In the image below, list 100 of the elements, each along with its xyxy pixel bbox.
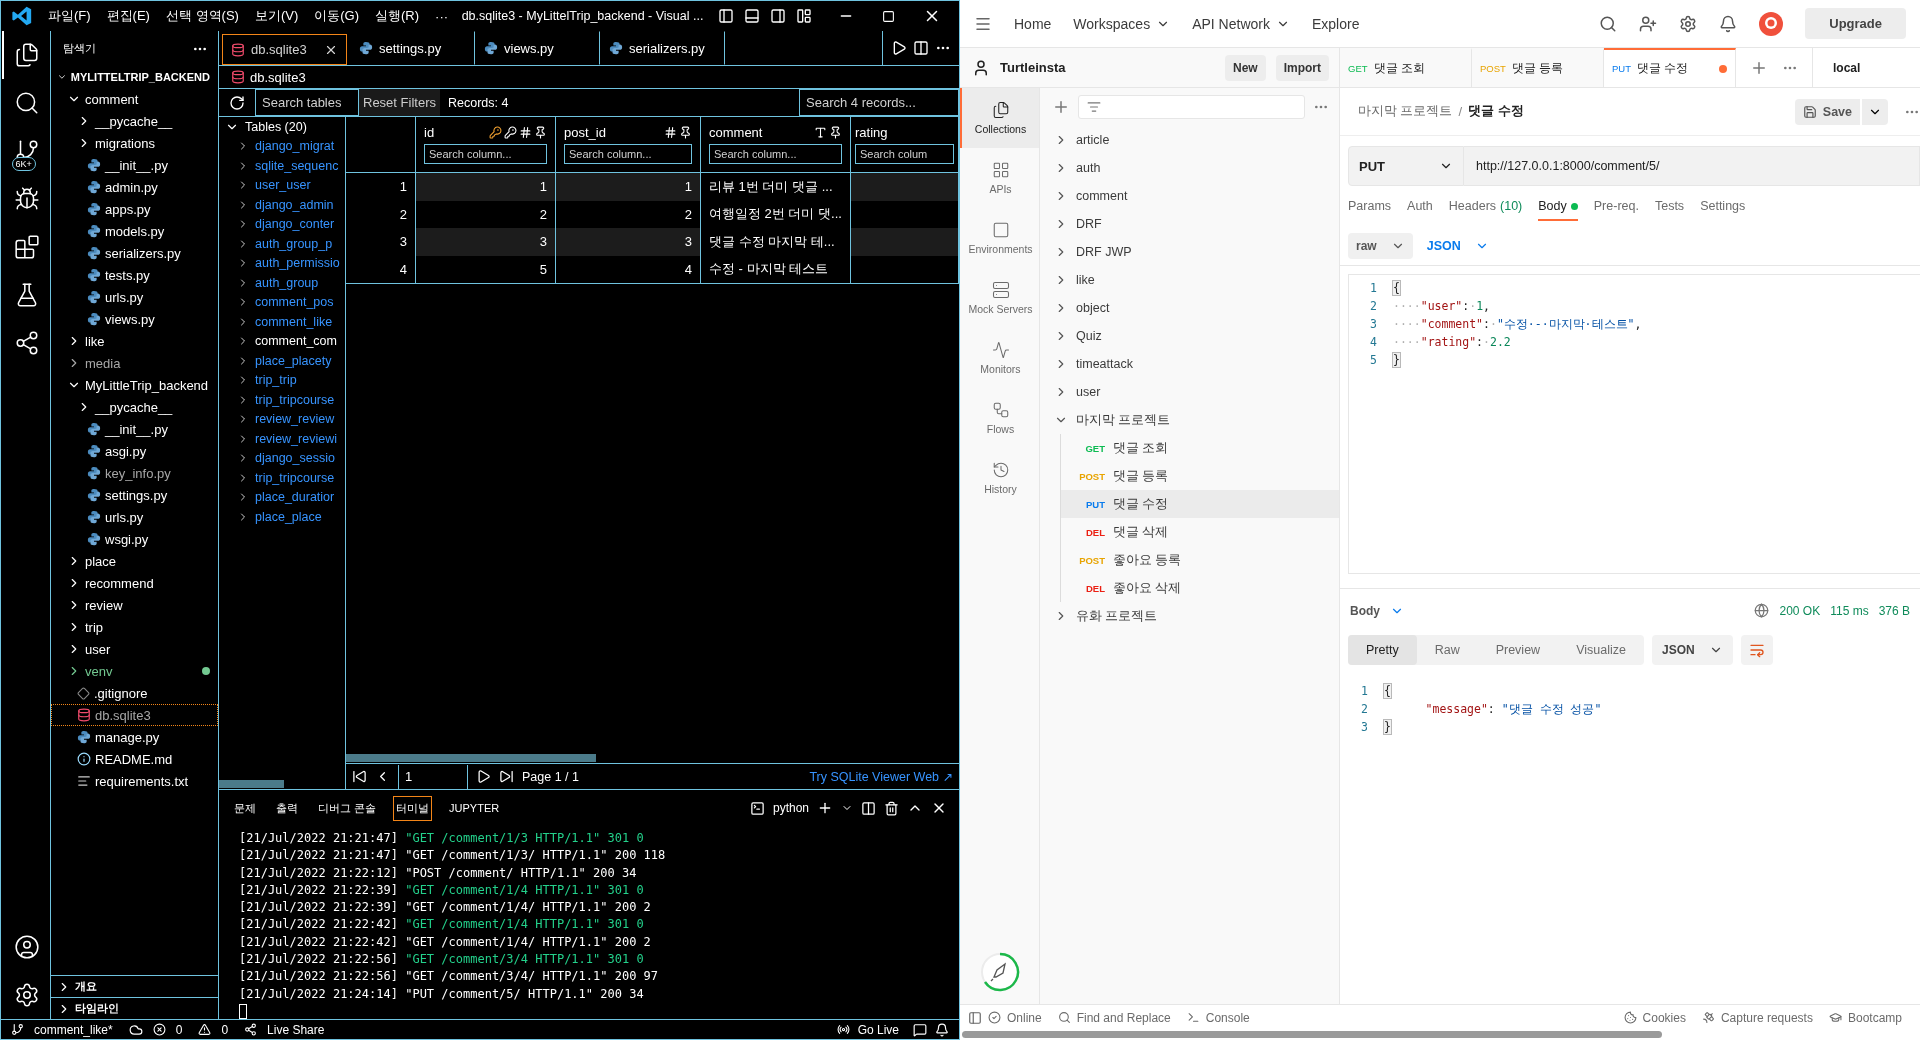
tree-item[interactable]: comment: [51, 88, 218, 110]
nav-link[interactable]: Explore: [1311, 15, 1360, 32]
menu-item[interactable]: 보기(V): [247, 4, 306, 28]
tree-item[interactable]: README.md: [51, 748, 218, 770]
wrap-button[interactable]: [1740, 635, 1773, 665]
editor-tab[interactable]: settings.py: [350, 31, 475, 65]
tree-item[interactable]: __init__.py: [51, 418, 218, 440]
cloud-icon[interactable]: [128, 1022, 143, 1037]
sidebar-toggle-icon[interactable]: [968, 1010, 982, 1025]
workspace-button[interactable]: New: [1224, 54, 1266, 81]
request-section-tab[interactable]: Headers (10): [1448, 191, 1523, 221]
sidebar-tab[interactable]: History: [960, 448, 1039, 508]
table-item[interactable]: trip_trip: [219, 370, 345, 390]
nav-link[interactable]: Home: [1014, 15, 1052, 32]
table-item[interactable]: place_placety: [219, 351, 345, 371]
sidebar-tab[interactable]: Environments: [960, 208, 1039, 268]
secondary-sidebar-icon[interactable]: [770, 8, 786, 24]
tree-item[interactable]: db.sqlite3: [51, 704, 218, 726]
activity-item[interactable]: 6K+: [1, 127, 50, 175]
request-section-tab[interactable]: Auth: [1407, 191, 1433, 221]
sidebar-tab[interactable]: APIs: [960, 148, 1039, 208]
collection-item[interactable]: 유화 프로젝트: [1040, 602, 1339, 630]
nav-link[interactable]: API Network: [1192, 15, 1290, 32]
footer-link[interactable]: Bootcamp: [1847, 1010, 1902, 1025]
request-item[interactable]: PUT 댓글 수정: [1061, 490, 1339, 518]
tree-item[interactable]: serializers.py: [51, 242, 218, 264]
tree-item[interactable]: admin.py: [51, 176, 218, 198]
bell-icon[interactable]: [935, 1022, 949, 1037]
column-search-field[interactable]: Search colum: [855, 144, 954, 164]
section-header[interactable]: 타임라인: [51, 997, 218, 1019]
rocket-icon[interactable]: [979, 952, 1020, 992]
footer-link[interactable]: Capture requests: [1720, 1010, 1813, 1025]
language-select[interactable]: JSON: [1426, 238, 1489, 253]
error-count[interactable]: 0: [175, 1022, 183, 1037]
tree-item[interactable]: user: [51, 638, 218, 660]
feedback-icon[interactable]: [913, 1022, 927, 1037]
collection-item[interactable]: auth: [1040, 154, 1339, 182]
request-tab[interactable]: POST 댓글 등록: [1472, 48, 1604, 87]
tree-item[interactable]: models.py: [51, 220, 218, 242]
column-search-field[interactable]: Search column...: [709, 144, 842, 164]
tree-item[interactable]: place: [51, 550, 218, 572]
request-section-tab[interactable]: Params: [1348, 191, 1392, 221]
collection-item[interactable]: 마지막 프로젝트: [1040, 406, 1339, 434]
table-item[interactable]: place_place: [219, 507, 345, 527]
menu-item[interactable]: ···: [428, 5, 456, 27]
sidebar-tab[interactable]: Flows: [960, 388, 1039, 448]
trash-icon[interactable]: [884, 800, 899, 816]
url-field[interactable]: http://127.0.0.1:8000/comment/5/: [1464, 146, 1920, 186]
tables-header[interactable]: Tables (20): [219, 117, 345, 137]
format-select[interactable]: JSON: [1651, 635, 1733, 665]
pin-icon[interactable]: [679, 126, 692, 139]
split-editor-icon[interactable]: [913, 40, 929, 56]
table-search-field[interactable]: Search tables: [255, 89, 359, 116]
save-button[interactable]: Save: [1794, 98, 1860, 125]
table-item[interactable]: place_duratior: [219, 487, 345, 507]
footer-link[interactable]: Console: [1205, 1010, 1250, 1025]
tree-item[interactable]: media: [51, 352, 218, 374]
menu-item[interactable]: 선택 영역(S): [158, 4, 246, 28]
footer-link[interactable]: Find and Replace: [1076, 1010, 1171, 1025]
panel-tab[interactable]: JUPYTER: [446, 797, 503, 819]
body-mode-select[interactable]: raw: [1348, 232, 1413, 259]
collection-item[interactable]: DRF JWP: [1040, 238, 1339, 266]
panel-tab[interactable]: 출력: [273, 795, 301, 821]
table-item[interactable]: django_conter: [219, 214, 345, 234]
view-tab[interactable]: Raw: [1416, 635, 1478, 665]
web-link[interactable]: Try SQLite Viewer Web ↗: [809, 769, 953, 784]
table-item[interactable]: sqlite_sequenc: [219, 156, 345, 176]
tree-item[interactable]: urls.py: [51, 506, 218, 528]
layout-icon[interactable]: [796, 8, 812, 24]
collection-item[interactable]: article: [1040, 126, 1339, 154]
request-tab[interactable]: PUT 댓글 수정: [1604, 48, 1736, 87]
column-search-field[interactable]: Search column...: [564, 144, 692, 164]
sidebar-tab[interactable]: Collections: [960, 88, 1039, 148]
tree-item[interactable]: apps.py: [51, 198, 218, 220]
table-item[interactable]: trip_tripcourse: [219, 468, 345, 488]
method-select[interactable]: PUT: [1348, 146, 1464, 186]
filter-field[interactable]: [1078, 95, 1305, 119]
invite-icon[interactable]: [1639, 14, 1658, 33]
tree-item[interactable]: wsgi.py: [51, 528, 218, 550]
split-icon[interactable]: [861, 800, 876, 816]
tree-item[interactable]: views.py: [51, 308, 218, 330]
tree-item[interactable]: .gitignore: [51, 682, 218, 704]
refresh-icon[interactable]: [229, 94, 245, 111]
table-item[interactable]: django_sessio: [219, 448, 345, 468]
editor-tab[interactable]: db.sqlite3: [222, 34, 347, 65]
view-tab[interactable]: Visualize: [1558, 635, 1644, 665]
request-body-editor[interactable]: 1 { 2 ····"user":·1, 3 ····"comment":·"수정·-·마지막·테스트", 4 ····"rating":·2.2 5 }: [1348, 274, 1920, 574]
request-tab[interactable]: GET 댓글 조회: [1340, 48, 1472, 87]
tree-item[interactable]: __pycache__: [51, 110, 218, 132]
table-item[interactable]: auth_group: [219, 273, 345, 293]
collection-item[interactable]: timeattack: [1040, 350, 1339, 378]
footer-link[interactable]: Cookies: [1642, 1010, 1686, 1025]
terminal-name[interactable]: python: [772, 801, 809, 815]
tree-item[interactable]: settings.py: [51, 484, 218, 506]
tree-item[interactable]: recommend: [51, 572, 218, 594]
collection-item[interactable]: Quiz: [1040, 322, 1339, 350]
live-share-status[interactable]: Live Share: [267, 1022, 325, 1037]
panel-tab[interactable]: 디버그 콘솔: [315, 795, 380, 821]
request-item[interactable]: POST 댓글 등록: [1061, 462, 1339, 490]
pin-icon[interactable]: [829, 126, 842, 139]
